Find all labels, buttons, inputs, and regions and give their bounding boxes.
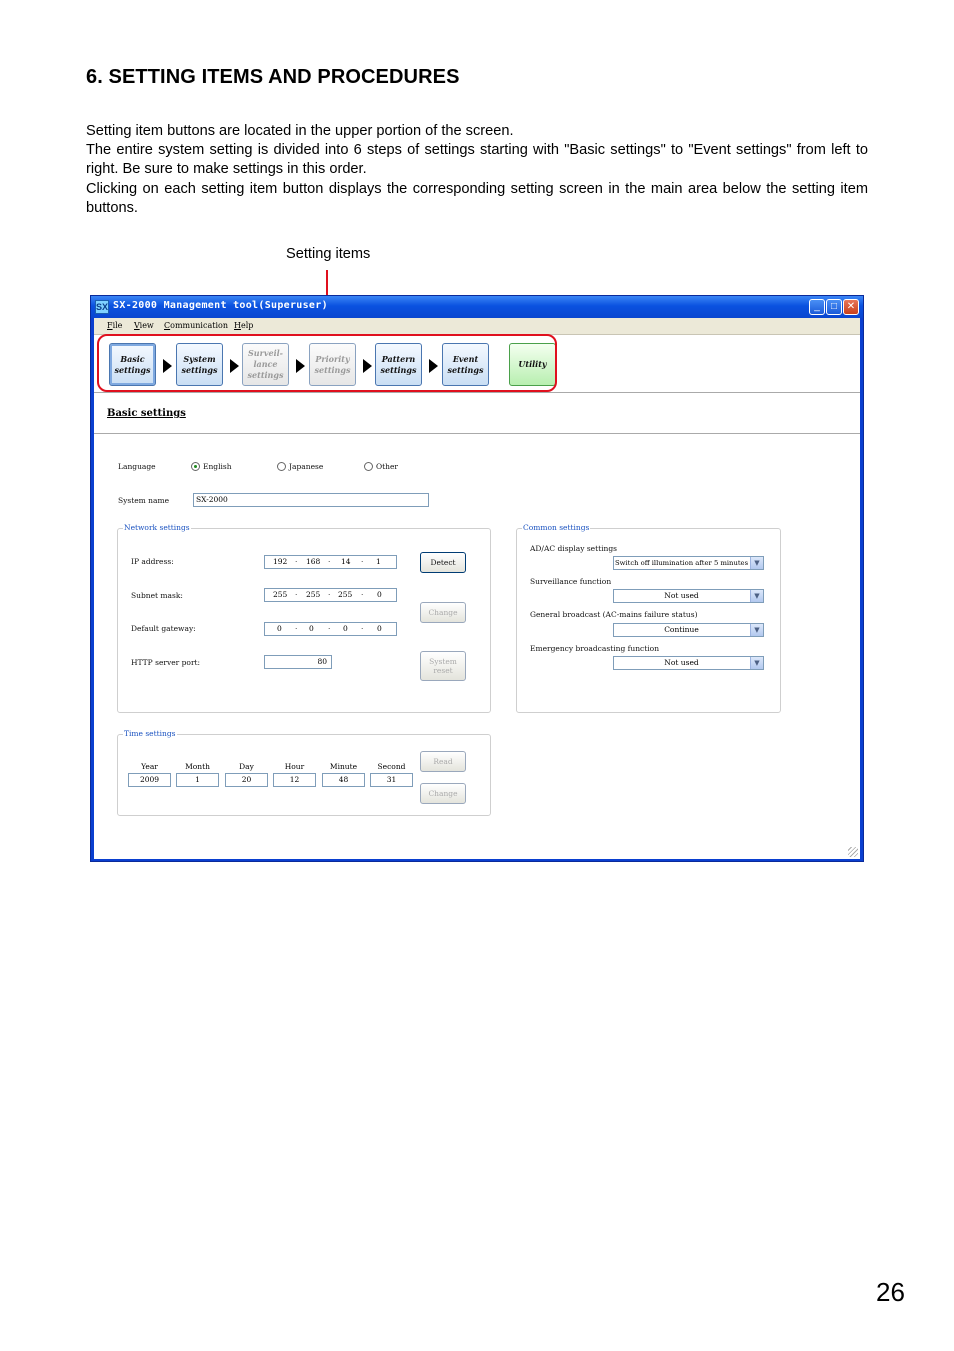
callout-label: Setting items xyxy=(286,246,371,262)
read-button[interactable]: Read xyxy=(420,751,466,772)
adac-display-select[interactable]: Switch off illumination after 5 minutes ▼ xyxy=(613,556,764,570)
time-settings-title: Time settings xyxy=(123,729,177,738)
divider xyxy=(94,433,860,434)
chevron-down-icon[interactable]: ▼ xyxy=(750,624,763,636)
subnet-mask-input[interactable]: 255 · 255 · 255 · 0 xyxy=(264,588,397,602)
emergency-broadcast-select[interactable]: Not used ▼ xyxy=(613,656,764,670)
ip-address-label: IP address: xyxy=(131,557,174,566)
setting-items-highlight xyxy=(97,334,557,392)
menu-help[interactable]: Help xyxy=(234,321,253,330)
radio-english-label: English xyxy=(203,462,232,471)
surveillance-function-select[interactable]: Not used ▼ xyxy=(613,589,764,603)
chevron-down-icon[interactable]: ▼ xyxy=(750,590,763,602)
minute-label: Minute xyxy=(329,762,358,771)
system-name-input[interactable]: SX-2000 xyxy=(193,493,429,507)
year-label: Year xyxy=(141,762,158,771)
radio-other[interactable] xyxy=(364,462,373,471)
network-change-button[interactable]: Change xyxy=(420,602,466,623)
close-button[interactable]: ✕ xyxy=(843,299,859,315)
maximize-button[interactable]: □ xyxy=(826,299,842,315)
subnet-mask-label: Subnet mask: xyxy=(131,591,183,600)
default-gateway-label: Default gateway: xyxy=(131,624,196,633)
default-gateway-input[interactable]: 0 · 0 · 0 · 0 xyxy=(264,622,397,636)
hour-label: Hour xyxy=(284,762,305,771)
system-reset-button[interactable]: System reset xyxy=(420,651,466,681)
day-input[interactable]: 20 xyxy=(225,773,268,787)
menu-view[interactable]: View xyxy=(134,321,154,330)
month-input[interactable]: 1 xyxy=(176,773,219,787)
common-settings-title: Common settings xyxy=(522,523,591,532)
time-change-button[interactable]: Change xyxy=(420,783,466,804)
minute-input[interactable]: 48 xyxy=(322,773,365,787)
app-window-screenshot: SX SX-2000 Management tool(Superuser) _ … xyxy=(90,295,864,862)
network-settings-title: Network settings xyxy=(123,523,191,532)
chevron-down-icon[interactable]: ▼ xyxy=(750,557,763,569)
day-label: Day xyxy=(239,762,254,771)
surveillance-function-label: Surveillance function xyxy=(530,577,612,586)
app-icon: SX xyxy=(95,300,109,314)
language-label: Language xyxy=(118,462,156,471)
page-title: Basic settings xyxy=(107,408,186,419)
detect-button[interactable]: Detect xyxy=(420,552,466,573)
adac-display-label: AD/AC display settings xyxy=(530,544,618,553)
title-bar[interactable]: SX SX-2000 Management tool(Superuser) _ … xyxy=(91,296,863,318)
radio-english[interactable] xyxy=(191,462,200,471)
second-label: Second xyxy=(377,762,406,771)
http-port-label: HTTP server port: xyxy=(131,658,201,667)
hour-input[interactable]: 12 xyxy=(273,773,316,787)
window-title: SX-2000 Management tool(Superuser) xyxy=(113,300,328,311)
emergency-broadcast-label: Emergency broadcasting function xyxy=(530,644,660,653)
second-input[interactable]: 31 xyxy=(370,773,413,787)
intro-paragraph-3: Clicking on each setting item button dis… xyxy=(86,181,868,216)
ip-address-input[interactable]: 192 · 168 · 14 · 1 xyxy=(264,555,397,569)
menu-communication[interactable]: Communication xyxy=(164,321,228,330)
general-broadcast-select[interactable]: Continue ▼ xyxy=(613,623,764,637)
system-name-label: System name xyxy=(118,496,170,505)
general-broadcast-label: General broadcast (AC-mains failure stat… xyxy=(530,610,698,619)
resize-grip-icon[interactable] xyxy=(848,847,858,857)
intro-paragraph-1: Setting item buttons are located in the … xyxy=(86,123,514,139)
section-heading: 6. SETTING ITEMS AND PROCEDURES xyxy=(86,66,460,88)
month-label: Month xyxy=(185,762,210,771)
intro-paragraph-2: The entire system setting is divided int… xyxy=(86,142,868,177)
http-port-input[interactable]: 80 xyxy=(264,655,332,669)
radio-japanese-label: Japanese xyxy=(289,462,324,471)
chevron-down-icon[interactable]: ▼ xyxy=(750,657,763,669)
minimize-button[interactable]: _ xyxy=(809,299,825,315)
radio-other-label: Other xyxy=(376,462,399,471)
menu-file[interactable]: File xyxy=(107,321,122,330)
menu-bar: File View Communication Help xyxy=(94,318,860,335)
year-input[interactable]: 2009 xyxy=(128,773,171,787)
window-client-area: File View Communication Help Basic settin… xyxy=(94,318,860,859)
radio-japanese[interactable] xyxy=(277,462,286,471)
page-number: 26 xyxy=(876,1277,905,1307)
